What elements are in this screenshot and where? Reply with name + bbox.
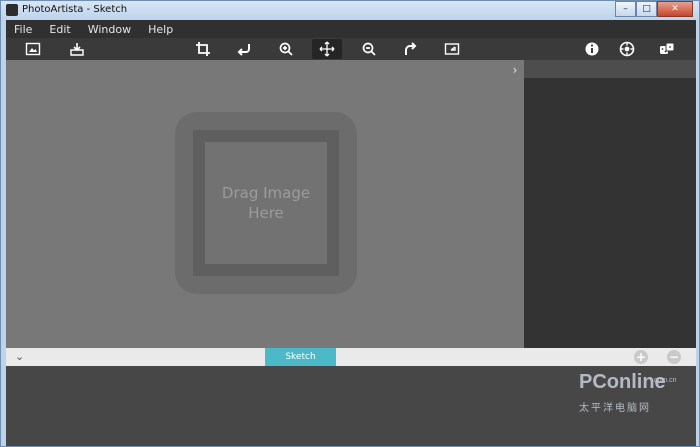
save-button[interactable]: [62, 39, 92, 59]
menu-edit[interactable]: Edit: [49, 23, 70, 36]
chevron-down-icon[interactable]: ⌄: [15, 350, 27, 364]
open-image-icon: [25, 42, 41, 56]
tab-sketch[interactable]: Sketch: [265, 348, 336, 366]
menu-help[interactable]: Help: [148, 23, 173, 36]
undo-button[interactable]: [229, 39, 259, 59]
title-bar[interactable]: PhotoArtista - Sketch – □ ✕: [1, 1, 699, 20]
drop-zone[interactable]: Drag Image Here: [175, 112, 357, 294]
save-icon: [70, 43, 84, 56]
redo-button[interactable]: [395, 39, 425, 59]
toolbar: [6, 38, 696, 60]
window-controls: – □ ✕: [615, 1, 693, 17]
style-tab-bar: ⌄ Sketch + −: [6, 348, 696, 366]
side-panel-header: [524, 60, 696, 78]
side-panel: [524, 78, 696, 348]
zoom-out-icon: [362, 42, 376, 56]
watermark-cn: 太平洋电脑网: [579, 403, 651, 414]
settings-icon: [619, 41, 635, 57]
move-button[interactable]: [312, 39, 342, 59]
zoom-out-button[interactable]: [354, 39, 384, 59]
remove-icon[interactable]: −: [667, 350, 681, 364]
chevron-right-icon[interactable]: ›: [509, 63, 521, 77]
drop-zone-frame: Drag Image Here: [193, 130, 339, 276]
close-button[interactable]: ✕: [657, 1, 693, 17]
random-button[interactable]: [652, 39, 682, 59]
open-image-button[interactable]: [18, 39, 48, 59]
fit-screen-icon: [444, 43, 460, 55]
maximize-button[interactable]: □: [636, 1, 657, 17]
zoom-in-icon: [279, 42, 293, 56]
minimize-button[interactable]: –: [615, 1, 636, 17]
menu-bar: File Edit Window Help: [6, 20, 696, 38]
random-icon: [660, 42, 675, 54]
image-canvas[interactable]: › Drag Image Here: [6, 60, 524, 348]
window-title: PhotoArtista - Sketch: [22, 4, 128, 15]
drop-zone-inner: Drag Image Here: [205, 142, 327, 264]
fit-screen-button[interactable]: [437, 39, 467, 59]
menu-window[interactable]: Window: [88, 23, 131, 36]
redo-icon: [405, 42, 417, 55]
watermark-domain: .com.cn: [652, 377, 677, 384]
undo-icon: [237, 44, 250, 56]
info-icon: [585, 42, 599, 56]
crop-button[interactable]: [188, 39, 218, 59]
zoom-in-button[interactable]: [271, 39, 301, 59]
settings-button[interactable]: [612, 39, 642, 59]
drop-zone-label: Drag Image Here: [221, 184, 311, 222]
info-button[interactable]: [577, 39, 607, 59]
crop-icon: [196, 42, 210, 56]
app-icon: [6, 4, 18, 16]
move-icon: [319, 41, 335, 57]
add-icon[interactable]: +: [634, 350, 648, 364]
menu-file[interactable]: File: [14, 23, 32, 36]
app-window: PhotoArtista - Sketch – □ ✕ File Edit Wi…: [0, 0, 700, 447]
